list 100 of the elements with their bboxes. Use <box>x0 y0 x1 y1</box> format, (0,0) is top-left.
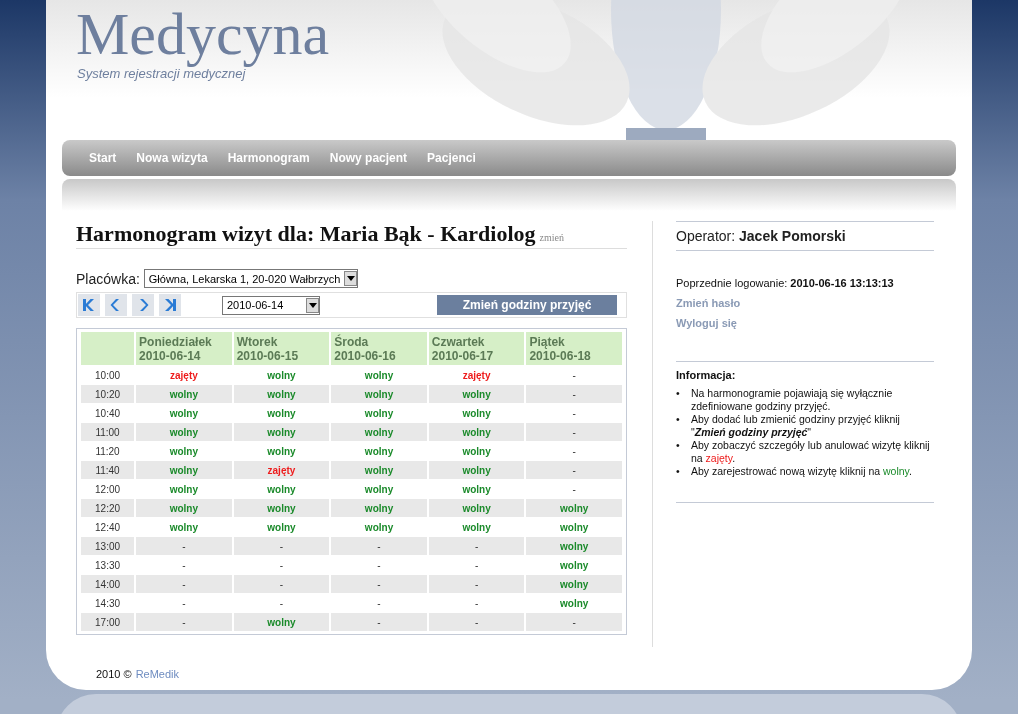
time-cell: 10:20 <box>81 385 135 403</box>
slot-cell[interactable]: wolny <box>233 480 330 498</box>
slot-cell-text: - <box>278 596 285 611</box>
nav-link[interactable]: Nowy pacjent <box>329 151 408 165</box>
slot-cell[interactable]: wolny <box>428 423 525 441</box>
slot-cell: - <box>233 537 330 555</box>
slot-cell-text: - <box>278 558 285 573</box>
column-header: Wtorek 2010-06-15 <box>233 332 330 365</box>
slot-cell[interactable]: wolny <box>428 385 525 403</box>
time-cell-text: 12:00 <box>94 482 122 497</box>
slot-cell[interactable]: wolny <box>136 518 232 536</box>
time-cell-text: 12:40 <box>94 520 122 535</box>
last-page-icon[interactable] <box>159 294 181 316</box>
bullet-mark: • <box>676 387 681 401</box>
slot-cell[interactable]: wolny <box>331 366 427 384</box>
slot-cell[interactable]: wolny <box>233 518 330 536</box>
time-cell-text: 13:30 <box>94 558 122 573</box>
slot-cell-text: - <box>571 482 577 497</box>
copyright-text: 2010 © <box>96 668 132 680</box>
time-cell-text: 10:00 <box>94 368 122 383</box>
slot-cell[interactable]: wolny <box>331 423 427 441</box>
info-title: Informacja: <box>676 369 737 381</box>
slot-cell[interactable]: wolny <box>331 499 427 517</box>
slot-cell[interactable]: wolny <box>331 461 427 479</box>
slot-cell-text: - <box>571 368 577 383</box>
slot-cell[interactable]: wolny <box>428 404 525 422</box>
schedule-heading: Harmonogram wizyt dla: Maria Bąk - Kardiolog <box>76 221 536 247</box>
slot-cell[interactable]: wolny <box>428 442 525 460</box>
slot-cell[interactable]: wolny <box>136 480 232 498</box>
info-item: Aby dodać lub zmienić godziny przyjęć kliknij "Zmień godziny przyjęć" <box>691 413 901 439</box>
slot-cell[interactable]: wolny <box>526 518 622 536</box>
slot-cell[interactable]: wolny <box>233 499 330 517</box>
time-cell: 14:00 <box>81 575 135 593</box>
time-cell: 13:00 <box>81 537 135 555</box>
nav-link[interactable]: Harmonogram <box>227 151 310 165</box>
date-select[interactable]: 2010-06-14 <box>222 295 320 315</box>
slot-cell[interactable]: wolny <box>136 442 232 460</box>
slot-cell[interactable]: zajęty <box>428 366 525 384</box>
slot-cell[interactable]: wolny <box>136 499 232 517</box>
time-cell: 17:00 <box>81 613 135 631</box>
slot-cell[interactable]: wolny <box>331 404 427 422</box>
slot-cell-text: - <box>473 596 480 611</box>
slot-cell[interactable]: wolny <box>331 442 427 460</box>
slot-cell[interactable]: wolny <box>233 385 330 403</box>
slot-cell-text: - <box>473 558 480 573</box>
operator-label: Operator: Jacek Pomorski <box>676 221 934 251</box>
slot-cell[interactable]: wolny <box>428 461 525 479</box>
slot-cell[interactable]: wolny <box>526 499 622 517</box>
nav-link[interactable]: Pacjenci <box>427 151 476 165</box>
first-page-icon[interactable] <box>78 294 100 316</box>
slot-cell-text: - <box>571 444 577 459</box>
time-cell: 12:20 <box>81 499 135 517</box>
slot-cell[interactable]: wolny <box>526 575 622 593</box>
slot-cell[interactable]: zajęty <box>136 366 232 384</box>
nav-link[interactable]: Nowa wizyta <box>136 151 208 165</box>
change-link[interactable]: zmień <box>539 232 564 243</box>
slot-cell[interactable]: wolny <box>136 404 232 422</box>
bullet-mark: • <box>676 413 681 427</box>
time-cell-text: 14:30 <box>94 596 122 611</box>
account-link[interactable]: Wyloguj się <box>676 317 934 329</box>
slot-cell-text: - <box>571 406 577 421</box>
info-item: Aby zarejestrować nową wizytę kliknij na wolny. <box>691 465 913 478</box>
column-header: Środa 2010-06-16 <box>331 332 427 365</box>
time-cell: 11:00 <box>81 423 135 441</box>
slot-cell[interactable]: wolny <box>526 594 622 612</box>
column-header: Poniedziałek 2010-06-14 <box>136 332 232 365</box>
bullet-mark: • <box>676 465 681 478</box>
slot-cell[interactable]: wolny <box>526 556 622 574</box>
slot-cell[interactable]: wolny <box>136 423 232 441</box>
slot-cell[interactable]: zajęty <box>233 461 330 479</box>
slot-cell[interactable]: wolny <box>428 499 525 517</box>
slot-cell[interactable]: wolny <box>233 613 330 631</box>
slot-cell-text: - <box>376 558 382 573</box>
time-cell: 11:40 <box>81 461 135 479</box>
slot-cell[interactable]: wolny <box>233 404 330 422</box>
info-item: Na harmonogramie pojawiają się wyłącznie zdefiniowane godziny przyjęć. <box>691 387 894 413</box>
column-header: Piątek 2010-06-18 <box>526 332 622 365</box>
slot-cell[interactable]: wolny <box>331 385 427 403</box>
slot-cell[interactable]: wolny <box>428 480 525 498</box>
footer-link[interactable]: ReMedik <box>135 668 180 680</box>
slot-cell: - <box>428 537 525 555</box>
next-icon[interactable] <box>132 294 154 316</box>
slot-cell: - <box>331 575 427 593</box>
slot-cell[interactable]: wolny <box>428 518 525 536</box>
slot-cell[interactable]: wolny <box>233 442 330 460</box>
facility-select[interactable]: Główna, Lekarska 1, 20-020 Wałbrzych <box>143 269 359 288</box>
slot-cell[interactable]: wolny <box>136 385 232 403</box>
slot-cell[interactable]: wolny <box>331 518 427 536</box>
slot-cell[interactable]: wolny <box>233 366 330 384</box>
change-hours-button[interactable]: Zmień godziny przyjęć <box>437 295 617 315</box>
slot-cell: - <box>136 575 232 593</box>
nav-link[interactable]: Start <box>89 151 117 165</box>
facility-label: Placówka: <box>76 270 140 287</box>
slot-cell[interactable]: wolny <box>233 423 330 441</box>
account-link[interactable]: Zmień hasło <box>676 297 934 309</box>
slot-cell[interactable]: wolny <box>526 537 622 555</box>
slot-cell[interactable]: wolny <box>136 461 232 479</box>
slot-cell: - <box>136 537 232 555</box>
slot-cell[interactable]: wolny <box>331 480 427 498</box>
previous-icon[interactable] <box>105 294 127 316</box>
